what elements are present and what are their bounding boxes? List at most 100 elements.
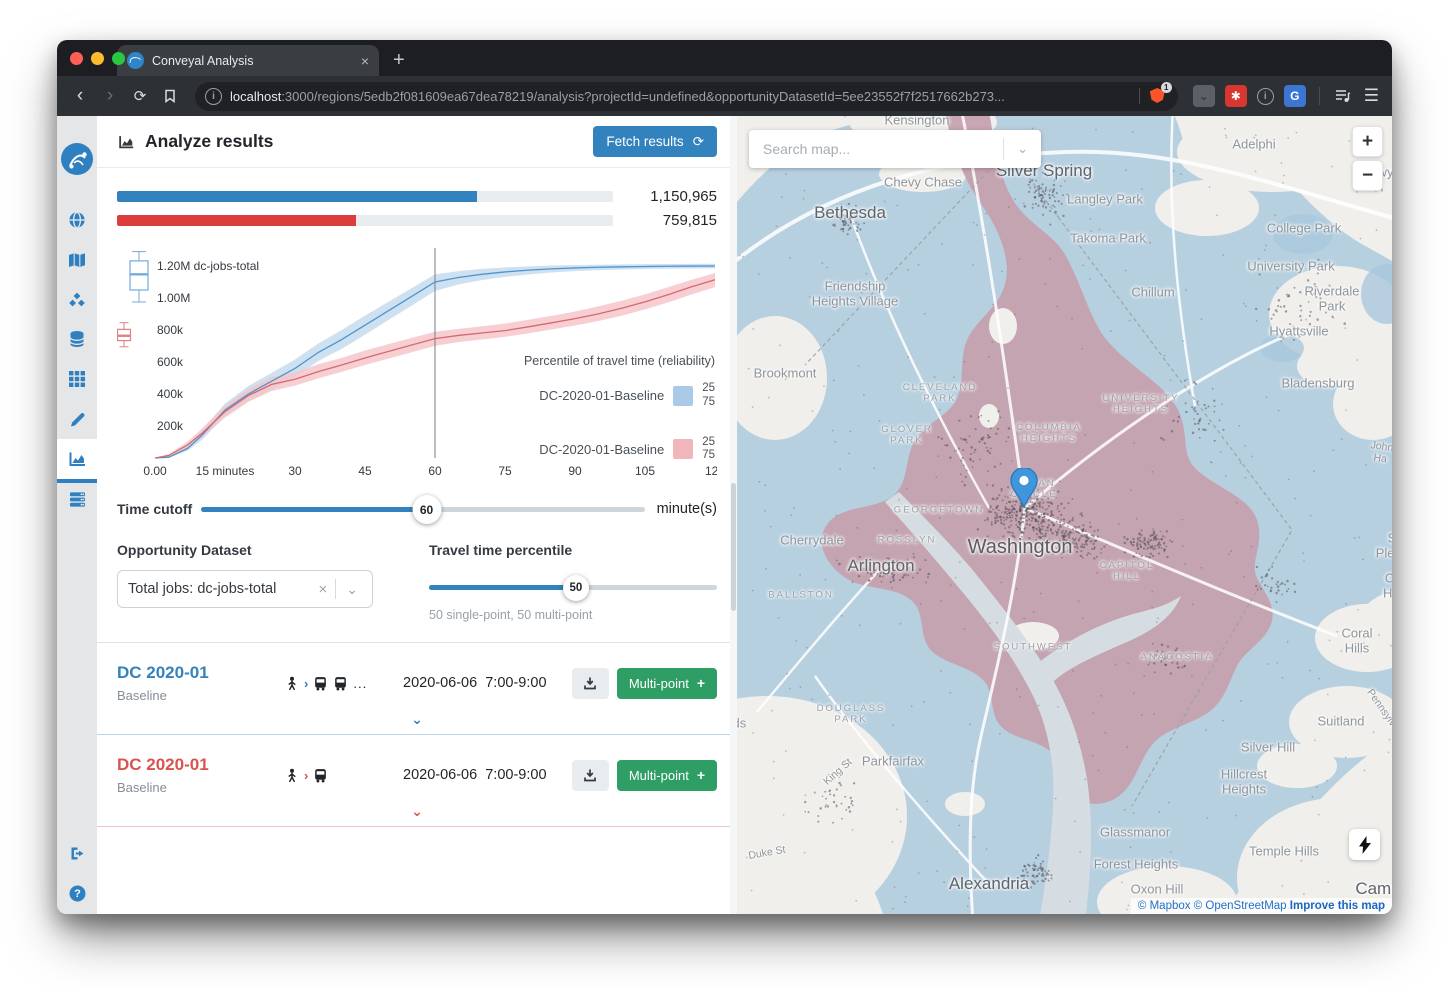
dataset-percentile-section: Opportunity Dataset Total jobs: dc-jobs-…	[97, 540, 737, 643]
mode-icons: › ...	[285, 676, 403, 691]
svg-text:15 minutes: 15 minutes	[196, 464, 255, 478]
accessibility-bar-row: 759,815	[117, 212, 717, 229]
question-circle-icon: ?	[68, 884, 87, 903]
extension-info-icon[interactable]: i	[1257, 88, 1274, 105]
back-button[interactable]: ‹	[67, 83, 93, 109]
window-zoom-button[interactable]	[112, 52, 125, 65]
forward-button[interactable]: ›	[97, 83, 123, 109]
url-text: localhost:3000/regions/5edb2f081609ea67d…	[230, 89, 1131, 104]
brave-shields-icon[interactable]: 1	[1148, 86, 1168, 106]
multi-point-button[interactable]: Multi-point+	[617, 760, 717, 791]
site-info-icon[interactable]: i	[205, 88, 222, 105]
browser-tab[interactable]: Conveyal Analysis ×	[117, 45, 379, 76]
bar-track	[117, 215, 613, 226]
download-icon	[583, 676, 597, 690]
chevron-down-icon[interactable]: ⌄	[336, 581, 362, 598]
svg-text:400k: 400k	[157, 387, 184, 401]
conveyal-favicon-icon	[127, 52, 144, 69]
analysis-panel: Analyze results Fetch results⟳ 1,150,965…	[97, 116, 737, 914]
time-cutoff-row: Time cutoff 60 minute(s)	[97, 482, 737, 540]
sidebar-item-edit[interactable]	[57, 405, 97, 433]
desktop: Conveyal Analysis × + ‹ › ⟳ i localhost:…	[0, 0, 1449, 989]
fetch-results-button[interactable]: Fetch results⟳	[593, 126, 717, 157]
browser-tab-strip: Conveyal Analysis × +	[57, 40, 1392, 76]
conveyal-logo-icon[interactable]	[61, 143, 93, 175]
download-button[interactable]	[572, 760, 609, 791]
window-minimize-button[interactable]	[91, 52, 104, 65]
time-cutoff-slider[interactable]: 60	[201, 494, 645, 524]
expand-chevron-icon[interactable]: ⌄	[117, 703, 717, 734]
time-cutoff-unit: minute(s)	[645, 501, 717, 517]
panel-scrollbar[interactable]	[730, 116, 737, 914]
multi-point-button[interactable]: Multi-point+	[617, 668, 717, 699]
analysis-row: DC 2020-01 Baseline › ... 2020-06-06 7:0…	[97, 643, 737, 735]
sidebar-item-logout[interactable]	[57, 839, 97, 867]
map-attribution: © Mapbox © OpenStreetMap Improve this ma…	[1131, 898, 1392, 914]
extension-translate-icon[interactable]: G	[1284, 85, 1306, 107]
time-cutoff-label: Time cutoff	[117, 501, 201, 517]
map-view[interactable]: KensingtonSilver SpringChevy ChaseAdelph…	[737, 116, 1392, 914]
sidebar-item-help[interactable]: ?	[57, 879, 97, 907]
zoom-out-button[interactable]: −	[1352, 160, 1383, 191]
svg-text:120: 120	[705, 464, 717, 478]
lightning-icon	[1358, 836, 1372, 854]
map-style-toggle-button[interactable]	[1349, 829, 1380, 860]
menu-button[interactable]: ☰	[1364, 86, 1378, 106]
plus-icon: +	[697, 767, 705, 783]
sidebar-item-analyze[interactable]	[57, 439, 97, 479]
clear-icon[interactable]: ×	[311, 581, 336, 598]
sidebar-item-projects[interactable]	[57, 246, 97, 274]
chevron-right-icon: ›	[304, 768, 308, 783]
opportunity-dataset-value: Total jobs: dc-jobs-total	[128, 581, 311, 597]
opportunity-dataset-select[interactable]: Total jobs: dc-jobs-total × ⌄	[117, 570, 373, 608]
zoom-in-button[interactable]: +	[1352, 126, 1383, 157]
sidebar-item-networks[interactable]	[57, 286, 97, 314]
more-modes-icon: ...	[353, 676, 367, 691]
time-cutoff-handle[interactable]: 60	[412, 495, 441, 524]
tab-title: Conveyal Analysis	[152, 54, 353, 68]
map-pin-icon[interactable]	[1009, 468, 1039, 508]
percentile-slider[interactable]: 50	[429, 572, 717, 602]
url-bar[interactable]: i localhost:3000/regions/5edb2f081609ea6…	[195, 82, 1178, 111]
percentile-handle[interactable]: 50	[563, 575, 589, 601]
extension-pocket-icon[interactable]: ⌄	[1193, 85, 1215, 107]
analysis-name-link[interactable]: DC 2020-01	[117, 755, 285, 775]
reload-button[interactable]: ⟳	[127, 83, 153, 109]
analysis-name-link[interactable]: DC 2020-01	[117, 663, 285, 683]
legend-series-name: DC-2020-01-Baseline	[539, 442, 664, 457]
plus-icon: +	[697, 675, 705, 691]
download-icon	[583, 768, 597, 782]
tab-close-icon[interactable]: ×	[361, 53, 369, 69]
chart-area-icon	[67, 449, 87, 469]
sidebar-item-datasets[interactable]	[57, 325, 97, 353]
chevron-down-icon[interactable]: ⌄	[1004, 141, 1041, 157]
osm-link[interactable]: © OpenStreetMap	[1194, 900, 1287, 912]
bookmark-icon[interactable]	[157, 83, 183, 109]
extension-adblock-icon[interactable]: ✱	[1225, 85, 1247, 107]
opportunity-dataset-label: Opportunity Dataset	[117, 542, 373, 558]
bar-value: 759,815	[613, 212, 717, 229]
map-search-input[interactable]	[749, 141, 1003, 157]
accessibility-chart: 1.20M dc-jobs-total1.00M800k600k400k200k…	[117, 246, 717, 482]
sidebar-item-regions[interactable]	[57, 206, 97, 234]
download-button[interactable]	[572, 668, 609, 699]
rail-icon	[333, 676, 348, 691]
playlist-icon[interactable]	[1330, 83, 1356, 109]
scrollbar-thumb[interactable]	[731, 483, 736, 611]
walk-icon	[285, 768, 299, 783]
window-close-button[interactable]	[70, 52, 83, 65]
active-indicator	[57, 479, 97, 483]
bar-fill-comparison	[117, 215, 356, 226]
sidebar-item-opportunities[interactable]	[57, 365, 97, 393]
mapbox-link[interactable]: © Mapbox	[1138, 900, 1191, 912]
sidebar-item-regional[interactable]	[57, 485, 97, 513]
url-host: localhost	[230, 89, 281, 104]
new-tab-button[interactable]: +	[393, 49, 405, 72]
app-content: ? Analyze results Fetch results⟳ 1,150,9…	[57, 116, 1392, 914]
legend-swatch	[673, 386, 693, 406]
improve-map-link[interactable]: Improve this map	[1290, 900, 1385, 912]
database-icon	[67, 329, 87, 349]
expand-chevron-icon[interactable]: ⌄	[117, 795, 717, 826]
svg-text:30: 30	[288, 464, 302, 478]
server-icon	[68, 490, 87, 509]
